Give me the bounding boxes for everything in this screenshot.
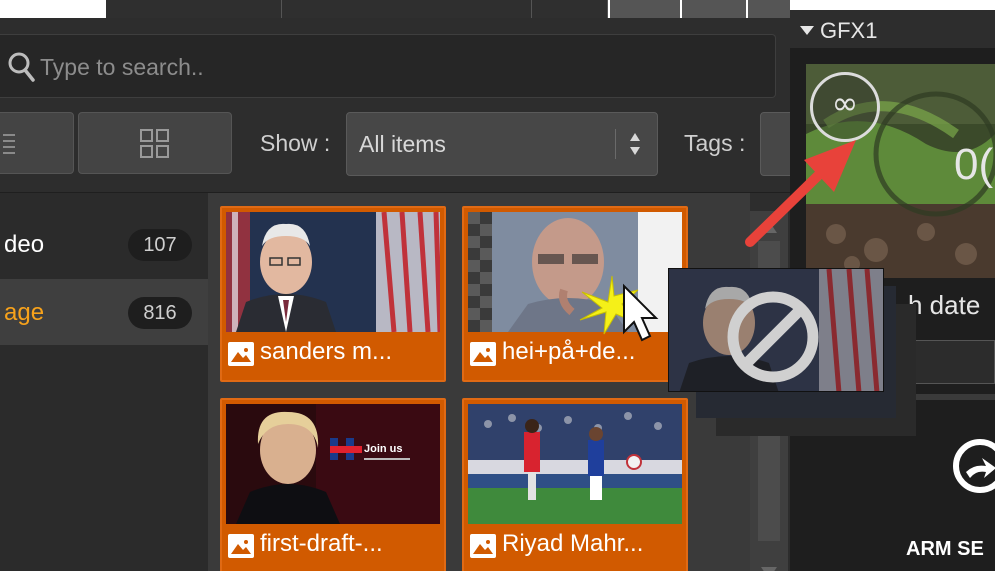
show-filter-select[interactable]: All items [346, 112, 658, 176]
list-view-button[interactable] [0, 112, 74, 174]
media-item-caption: sanders m... [260, 338, 393, 365]
join-us-text: Join us [364, 443, 403, 455]
top-tab[interactable] [532, 0, 608, 18]
image-icon [228, 534, 254, 558]
search-input[interactable] [40, 49, 740, 85]
top-tab[interactable] [282, 0, 532, 18]
select-updown-icon [630, 133, 640, 155]
category-count-badge: 107 [128, 229, 192, 261]
list-view-icon [3, 134, 15, 154]
annotation-arrow-icon [745, 140, 856, 247]
media-item[interactable]: Riyad Mahr... [462, 398, 688, 571]
gfx-timer-text: 0( [954, 140, 994, 189]
category-item-image[interactable]: age 816 [0, 279, 208, 345]
top-tab[interactable] [106, 0, 282, 18]
arm-circle-icon[interactable] [952, 438, 995, 494]
media-thumbnail [468, 404, 682, 524]
image-icon [228, 342, 254, 366]
top-tab[interactable] [748, 0, 790, 18]
show-filter-value: All items [359, 131, 446, 157]
category-label: deo [4, 231, 45, 258]
category-label: age [4, 299, 45, 326]
show-filter-label: Show : [260, 130, 331, 156]
date-field-secondary [908, 394, 995, 400]
arm-label[interactable]: ARM SE [906, 538, 984, 561]
app-window: Show : All items Tags : deo 107 age 816 [0, 0, 995, 571]
search-icon [8, 52, 35, 82]
no-drop-icon [727, 291, 819, 383]
gfx-channel-header[interactable]: GFX1 [790, 10, 995, 48]
media-item[interactable]: sanders m... [220, 206, 446, 382]
drag-ghost [668, 268, 916, 438]
grid-view-button[interactable] [78, 112, 232, 174]
grid-view-icon [140, 129, 169, 158]
collapse-triangle-icon [800, 26, 814, 35]
top-tab[interactable] [610, 0, 680, 18]
category-list: deo 107 age 816 [0, 193, 208, 571]
category-count-badge: 816 [128, 297, 192, 329]
media-item[interactable]: Join us first-draft-... [220, 398, 446, 571]
image-icon [470, 534, 496, 558]
drag-ghost-thumbnail [668, 268, 884, 392]
select-divider [615, 129, 616, 159]
date-field[interactable] [908, 340, 995, 384]
media-item-caption: Riyad Mahr... [502, 530, 644, 557]
category-item-video[interactable]: deo 107 [0, 211, 208, 277]
top-tab[interactable] [682, 0, 746, 18]
scroll-down-arrow-icon[interactable] [761, 567, 777, 571]
image-icon [470, 342, 496, 366]
media-thumbnail [226, 212, 440, 332]
gfx-channel-title: GFX1 [820, 18, 878, 43]
search-bar[interactable] [0, 34, 776, 98]
mouse-cursor-icon [579, 275, 659, 342]
search-dates-label: h date [908, 290, 981, 320]
media-item-caption: first-draft-... [260, 530, 383, 557]
media-thumbnail: Join us [226, 404, 440, 524]
